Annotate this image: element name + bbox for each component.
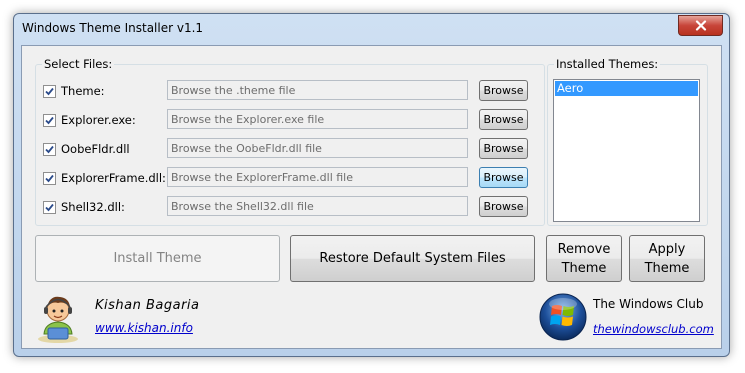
browse-explorerframe-button[interactable]: Browse <box>479 167 528 188</box>
avatar-icon <box>38 296 78 343</box>
restore-default-label: Restore Default System Files <box>319 251 506 266</box>
title-bar[interactable]: Windows Theme Installer v1.1 <box>14 14 729 44</box>
install-theme-button[interactable]: Install Theme <box>35 235 280 282</box>
installed-themes-legend: Installed Themes: <box>554 57 661 71</box>
installed-themes-group: Installed Themes: Aero <box>547 57 708 226</box>
oobefldr-checkbox[interactable] <box>43 143 56 156</box>
theme-label: Theme: <box>61 84 105 98</box>
install-theme-label: Install Theme <box>113 251 202 266</box>
explorerframe-checkbox[interactable] <box>43 172 56 185</box>
windows-logo-icon <box>539 293 587 341</box>
installed-themes-list[interactable]: Aero <box>553 79 700 222</box>
club-link[interactable]: thewindowsclub.com <box>593 322 714 336</box>
browse-oobefldr-button[interactable]: Browse <box>479 138 528 159</box>
browse-theme-button[interactable]: Browse <box>479 80 528 101</box>
shell32-checkbox[interactable] <box>43 201 56 214</box>
explorerframe-label: ExplorerFrame.dll: <box>61 171 166 185</box>
author-link[interactable]: www.kishan.info <box>95 321 193 335</box>
apply-theme-button[interactable]: Apply Theme <box>629 235 705 282</box>
theme-path-input[interactable] <box>167 80 468 100</box>
remove-theme-label-1: Remove <box>557 241 611 257</box>
oobefldr-path-input[interactable] <box>167 138 468 158</box>
oobefldr-label: OobeFldr.dll <box>61 142 130 156</box>
shell32-label: Shell32.dll: <box>61 200 125 214</box>
theme-list-item-aero[interactable]: Aero <box>555 81 698 96</box>
remove-theme-button[interactable]: Remove Theme <box>546 235 622 282</box>
explorer-checkbox[interactable] <box>43 114 56 127</box>
browse-explorer-button[interactable]: Browse <box>479 109 528 130</box>
shell32-path-input[interactable] <box>167 196 468 216</box>
explorer-path-input[interactable] <box>167 109 468 129</box>
apply-theme-label-1: Apply <box>648 241 686 257</box>
restore-default-button[interactable]: Restore Default System Files <box>290 235 535 282</box>
remove-theme-label-2: Theme <box>561 260 607 276</box>
window-title: Windows Theme Installer v1.1 <box>22 21 204 35</box>
explorerframe-path-input[interactable] <box>167 167 468 187</box>
client-area: Select Files: Theme: Browse Explorer.exe… <box>21 45 722 349</box>
author-name: Kishan Bagaria <box>95 298 200 313</box>
close-button[interactable] <box>678 15 723 36</box>
select-files-legend: Select Files: <box>42 57 115 71</box>
app-window: Windows Theme Installer v1.1 Select File… <box>13 13 730 357</box>
club-name: The Windows Club <box>593 297 704 311</box>
browse-shell32-button[interactable]: Browse <box>479 196 528 217</box>
theme-checkbox[interactable] <box>43 85 56 98</box>
explorer-label: Explorer.exe: <box>61 113 136 127</box>
close-icon <box>695 20 706 31</box>
select-files-group: Select Files: Theme: Browse Explorer.exe… <box>35 57 545 226</box>
apply-theme-label-2: Theme <box>644 260 690 276</box>
